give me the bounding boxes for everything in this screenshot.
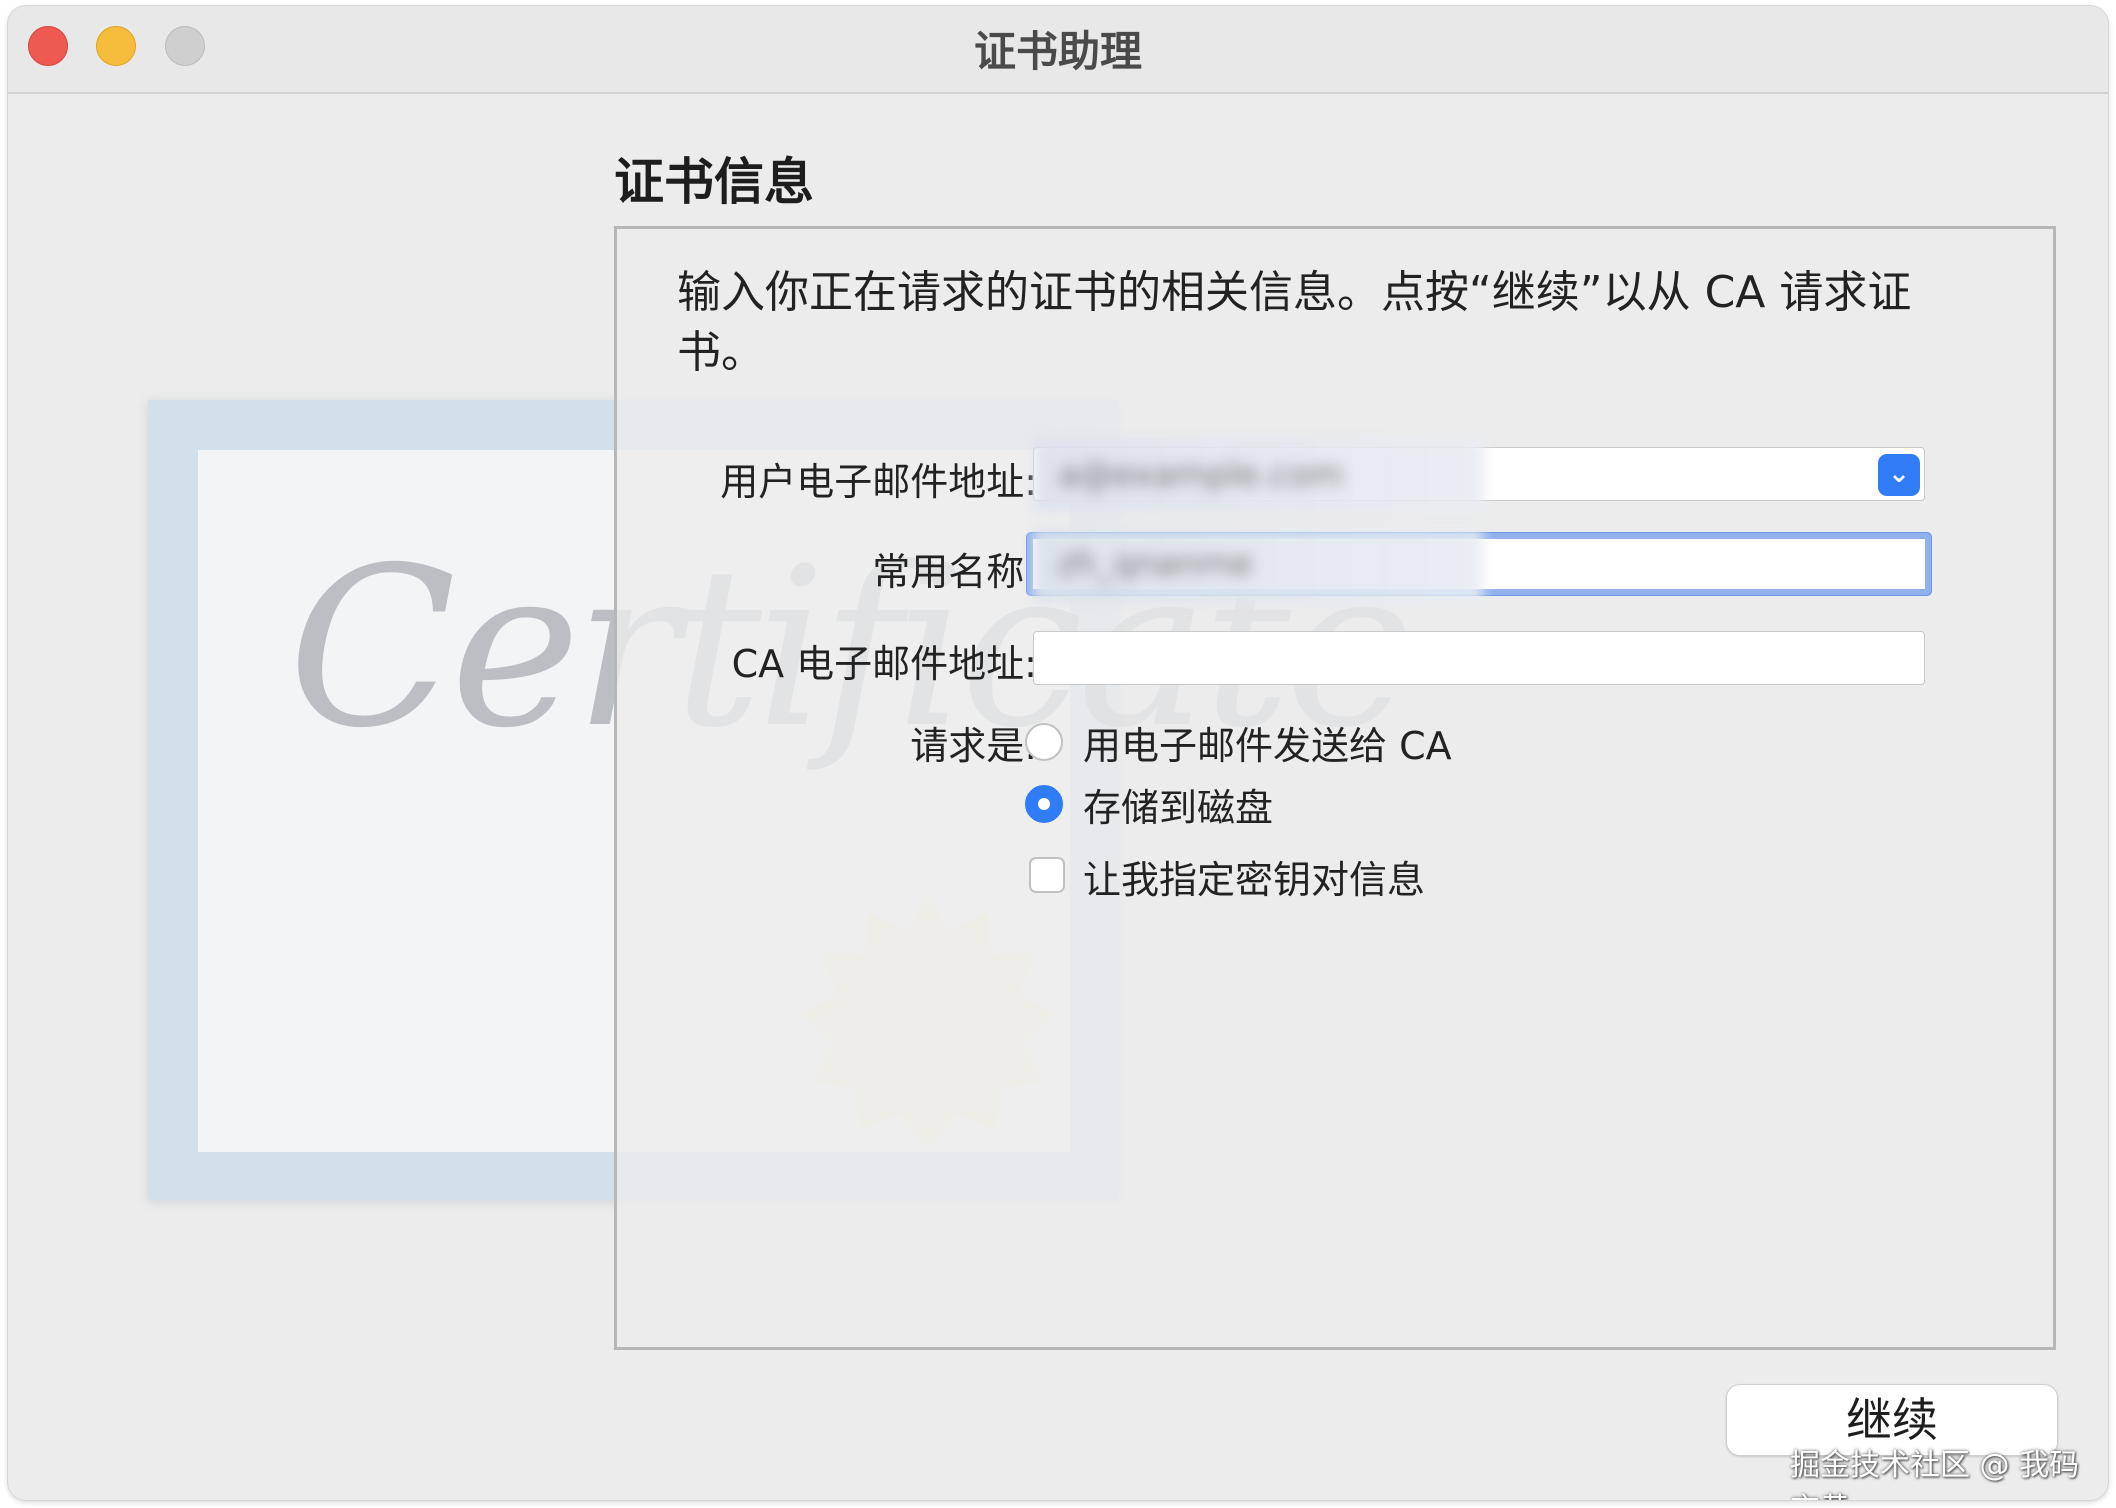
save-to-disk-radio[interactable] — [1025, 785, 1063, 823]
common-name-value: zh_qnanme — [1057, 544, 1253, 584]
watermark-text: 掘金技术社区 @ 我码玄黄 — [1790, 1448, 2080, 1500]
user-email-label: 用户电子邮件地址: — [720, 460, 1037, 504]
certificate-assistant-window: 证书助理 Certificate 证书信息 输入你正在请求的证书的相关信息。点按… — [8, 6, 2108, 1500]
window-title: 证书助理 — [973, 27, 1142, 76]
save-to-disk-label[interactable]: 存储到磁盘 — [1083, 777, 1273, 832]
specify-keypair-label[interactable]: 让我指定密钥对信息 — [1083, 849, 1425, 904]
certificate-info-panel: 输入你正在请求的证书的相关信息。点按“继续”以从 CA 请求证书。 用户电子邮件… — [614, 226, 2056, 1350]
title-bar: 证书助理 — [8, 6, 2108, 94]
request-type-label: 请求是: — [910, 724, 1037, 768]
email-to-ca-radio[interactable] — [1025, 723, 1063, 761]
ca-email-label: CA 电子邮件地址: — [731, 642, 1037, 686]
ca-email-input[interactable] — [1033, 631, 1925, 685]
section-title: 证书信息 — [614, 153, 814, 211]
chevron-down-icon[interactable]: ⌄ — [1878, 454, 1920, 496]
common-name-input[interactable]: zh_qnanme — [1027, 529, 1931, 603]
common-name-label: 常用名称: — [872, 550, 1037, 594]
user-email-combobox[interactable]: a@example.com ⌄ — [1033, 438, 1925, 512]
specify-keypair-checkbox[interactable] — [1029, 857, 1065, 893]
user-email-value: a@example.com — [1058, 455, 1343, 495]
intro-text: 输入你正在请求的证书的相关信息。点按“继续”以从 CA 请求证书。 — [677, 267, 1912, 378]
email-to-ca-label[interactable]: 用电子邮件发送给 CA — [1083, 715, 1452, 770]
